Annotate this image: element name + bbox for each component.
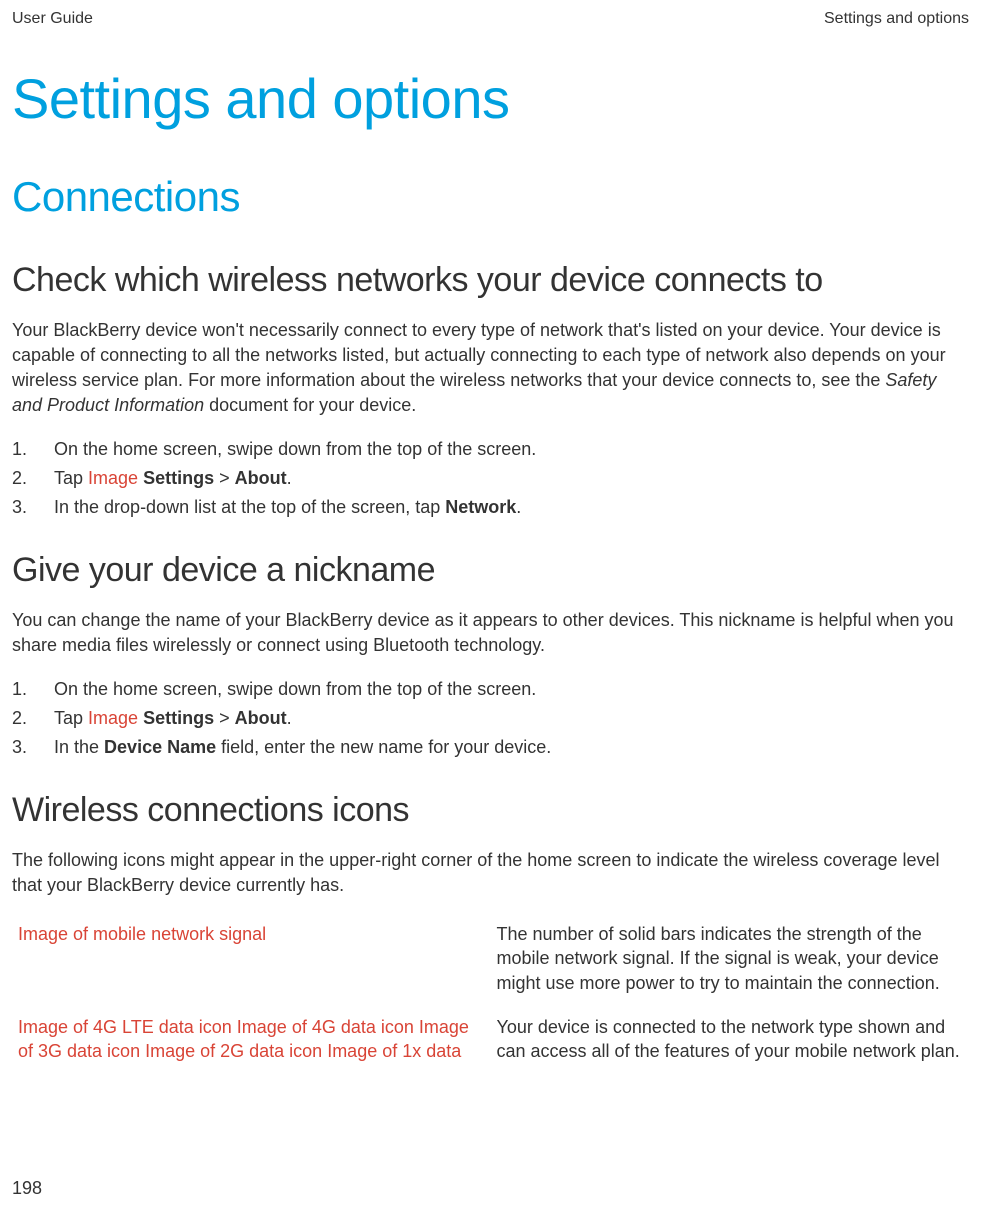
step-bold: About (235, 468, 287, 488)
step-item: 2. Tap Image Settings > About. (12, 705, 969, 732)
step-item: 3. In the Device Name field, enter the n… (12, 734, 969, 761)
header-right: Settings and options (824, 10, 969, 28)
para-text-a: Your BlackBerry device won't necessarily… (12, 320, 946, 390)
step-bold: Settings (143, 708, 214, 728)
step-bold: About (235, 708, 287, 728)
table-cell-desc: The number of solid bars indicates the s… (491, 916, 970, 1009)
page-title: Settings and options (12, 66, 969, 131)
step-number: 3. (12, 734, 54, 761)
page-number: 198 (12, 1178, 42, 1199)
check-networks-paragraph: Your BlackBerry device won't necessarily… (12, 318, 969, 419)
step-text: On the home screen, swipe down from the … (54, 676, 536, 703)
subsection-nickname-heading: Give your device a nickname (12, 549, 969, 592)
page-header: User Guide Settings and options (12, 10, 969, 28)
nickname-paragraph: You can change the name of your BlackBer… (12, 608, 969, 658)
step-number: 1. (12, 676, 54, 703)
step-end: . (516, 497, 521, 517)
para-text-b: document for your device. (204, 395, 416, 415)
subsection-wireless-icons-heading: Wireless connections icons (12, 789, 969, 832)
settings-icon: Image (88, 708, 138, 728)
step-bold: Network (445, 497, 516, 517)
subsection-check-networks-heading: Check which wireless networks your devic… (12, 259, 969, 302)
step-number: 1. (12, 436, 54, 463)
step-mid: > (214, 708, 235, 728)
step-number: 2. (12, 465, 54, 492)
step-bold: Device Name (104, 737, 216, 757)
step-text: Tap Image Settings > About. (54, 465, 292, 492)
step-pre: In the (54, 737, 104, 757)
wireless-icons-table: Image of mobile network signal The numbe… (12, 916, 969, 1077)
step-end: . (287, 708, 292, 728)
step-mid: > (214, 468, 235, 488)
table-row: Image of 4G LTE data icon Image of 4G da… (12, 1009, 969, 1078)
step-item: 2. Tap Image Settings > About. (12, 465, 969, 492)
table-cell-desc: Your device is connected to the network … (491, 1009, 970, 1078)
table-cell-icon: Image of 4G LTE data icon Image of 4G da… (12, 1009, 491, 1078)
wireless-icons-paragraph: The following icons might appear in the … (12, 848, 969, 898)
step-bold: Settings (143, 468, 214, 488)
step-text: On the home screen, swipe down from the … (54, 436, 536, 463)
step-text: In the drop-down list at the top of the … (54, 494, 521, 521)
step-item: 1. On the home screen, swipe down from t… (12, 676, 969, 703)
check-networks-steps: 1. On the home screen, swipe down from t… (12, 436, 969, 521)
step-post: field, enter the new name for your devic… (216, 737, 551, 757)
nickname-steps: 1. On the home screen, swipe down from t… (12, 676, 969, 761)
step-item: 3. In the drop-down list at the top of t… (12, 494, 969, 521)
step-number: 3. (12, 494, 54, 521)
table-row: Image of mobile network signal The numbe… (12, 916, 969, 1009)
step-pre: Tap (54, 468, 88, 488)
step-number: 2. (12, 705, 54, 732)
step-text: In the Device Name field, enter the new … (54, 734, 551, 761)
step-text: Tap Image Settings > About. (54, 705, 292, 732)
step-end: . (287, 468, 292, 488)
section-connections-heading: Connections (12, 173, 969, 221)
table-cell-icon: Image of mobile network signal (12, 916, 491, 1009)
settings-icon: Image (88, 468, 138, 488)
step-pre: In the drop-down list at the top of the … (54, 497, 445, 517)
step-pre: Tap (54, 708, 88, 728)
header-left: User Guide (12, 10, 93, 28)
step-item: 1. On the home screen, swipe down from t… (12, 436, 969, 463)
